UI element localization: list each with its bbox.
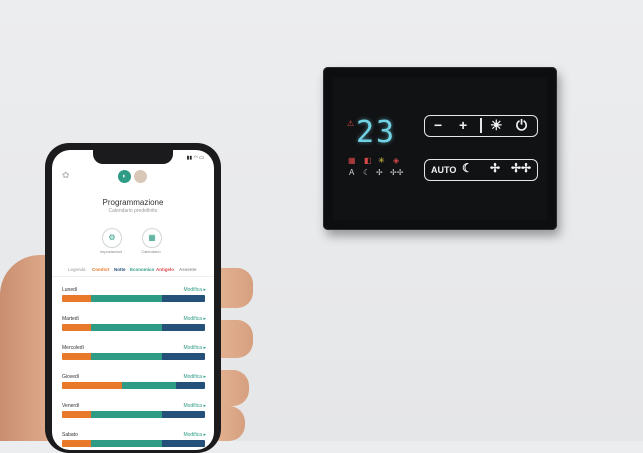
- schedule-bar[interactable]: [62, 353, 205, 360]
- schedule-segment-eco: [90, 353, 163, 360]
- gear-icon[interactable]: ⚙: [102, 228, 122, 248]
- hour-ticks: · · · · · · · · · · · · · · · · · · · · …: [62, 362, 199, 365]
- edit-link[interactable]: Modifica ▸: [183, 403, 206, 409]
- logo-icon: ✿: [62, 170, 70, 180]
- schedule-segment-night: [162, 324, 205, 331]
- drop-indicator-icon: ◧: [364, 156, 372, 165]
- schedule-segment-comfort: [62, 324, 91, 331]
- schedule-segment-comfort: [62, 353, 91, 360]
- schedule-bar[interactable]: [62, 295, 205, 302]
- device-icon[interactable]: ◐: [118, 170, 131, 183]
- day-label: Sabato: [62, 432, 78, 438]
- day-label: Venerdì: [62, 403, 80, 409]
- schedule-segment-night: [162, 295, 205, 302]
- fan-high-button[interactable]: ✢✢: [511, 162, 531, 174]
- fan-low-button[interactable]: ✢: [490, 162, 500, 174]
- phone-notch: [93, 150, 173, 164]
- edit-link[interactable]: Modifica ▸: [183, 432, 206, 438]
- day-label: Mercoledì: [62, 345, 84, 351]
- schedule-segment-eco: [90, 440, 163, 447]
- night-button[interactable]: ☾: [462, 162, 473, 174]
- hour-ticks: · · · · · · · · · · · · · · · · · · · · …: [62, 449, 205, 450]
- page-subtitle: Calendario predefinito: [108, 208, 158, 214]
- heat-indicator-icon: ▦: [348, 156, 356, 165]
- legend-eco: Economico: [130, 267, 155, 272]
- schedule-bar[interactable]: [62, 382, 205, 389]
- fan-high-mode-icon: ✢✢: [390, 168, 404, 177]
- schedule-segment-comfort: [62, 295, 91, 302]
- legend-title: Legenda: [68, 267, 86, 272]
- flame-indicator-icon: ◈: [393, 156, 400, 165]
- sun-indicator-icon: ✳: [378, 156, 385, 165]
- hour-ticks: · · · · · · · · · · · · · · · · · · · · …: [62, 391, 199, 394]
- minus-button[interactable]: −: [434, 118, 442, 132]
- night-mode-icon: ☾: [363, 168, 371, 177]
- schedule-segment-night: [162, 353, 205, 360]
- warning-icon: ⚠: [347, 119, 355, 128]
- auto-button[interactable]: AUTO: [431, 165, 456, 175]
- plus-button[interactable]: +: [459, 118, 467, 132]
- divider: [52, 276, 214, 277]
- legend-comfort: Comfort: [92, 267, 110, 272]
- edit-link[interactable]: Modifica ▸: [183, 345, 206, 351]
- hour-ticks: · · · · · · · · · · · · · · · · · · · · …: [62, 333, 199, 336]
- legend-antifreeze: Antigelo: [156, 267, 174, 272]
- sun-mode-button[interactable]: ☀: [490, 118, 503, 132]
- schedule-bar[interactable]: [62, 440, 205, 447]
- schedule-segment-eco: [90, 295, 163, 302]
- day-label: Martedì: [62, 316, 79, 322]
- auto-mode-icon: A: [349, 168, 355, 177]
- power-button[interactable]: ⏻: [516, 118, 527, 132]
- schedule-segment-night: [162, 440, 205, 447]
- calendar-icon[interactable]: ▦: [142, 228, 162, 248]
- schedule-segment-eco: [122, 382, 177, 389]
- schedule-segment-comfort: [62, 411, 91, 418]
- temperature-display: 23: [356, 115, 397, 150]
- hour-ticks: · · · · · · · · · · · · · · · · · · · · …: [62, 420, 199, 423]
- schedule-segment-eco: [90, 411, 163, 418]
- schedule-segment-comfort: [62, 382, 123, 389]
- schedule-segment-comfort: [62, 440, 91, 447]
- edit-link[interactable]: Modifica ▸: [183, 374, 206, 380]
- schedule-segment-night: [176, 382, 205, 389]
- day-label: Giovedì: [62, 374, 80, 380]
- avatar[interactable]: [134, 170, 147, 183]
- edit-link[interactable]: Modifica ▸: [183, 316, 206, 322]
- schedule-segment-night: [162, 411, 205, 418]
- phone-screen: ▮▮ ◠ ▭ ✿ ◐ Programmazione Calendario pre…: [52, 150, 214, 450]
- schedule-bar[interactable]: [62, 324, 205, 331]
- edit-link[interactable]: Modifica ▸: [183, 287, 206, 293]
- schedule-bar[interactable]: [62, 411, 205, 418]
- schedule-segment-eco: [90, 324, 163, 331]
- settings-label: Impostazioni: [99, 249, 123, 254]
- hour-ticks: · · · · · · · · · · · · · · · · · · · · …: [62, 304, 199, 307]
- legend-absent: Assente: [179, 267, 197, 272]
- status-icons: ▮▮ ◠ ▭: [186, 155, 204, 161]
- fan-mode-icon: ✢: [376, 168, 383, 177]
- page-title: Programmazione: [102, 198, 164, 207]
- day-label: Lunedì: [62, 287, 78, 293]
- legend-night: Notte: [114, 267, 126, 272]
- panel-divider: [480, 118, 482, 133]
- calendar-label: Calendario: [141, 249, 161, 254]
